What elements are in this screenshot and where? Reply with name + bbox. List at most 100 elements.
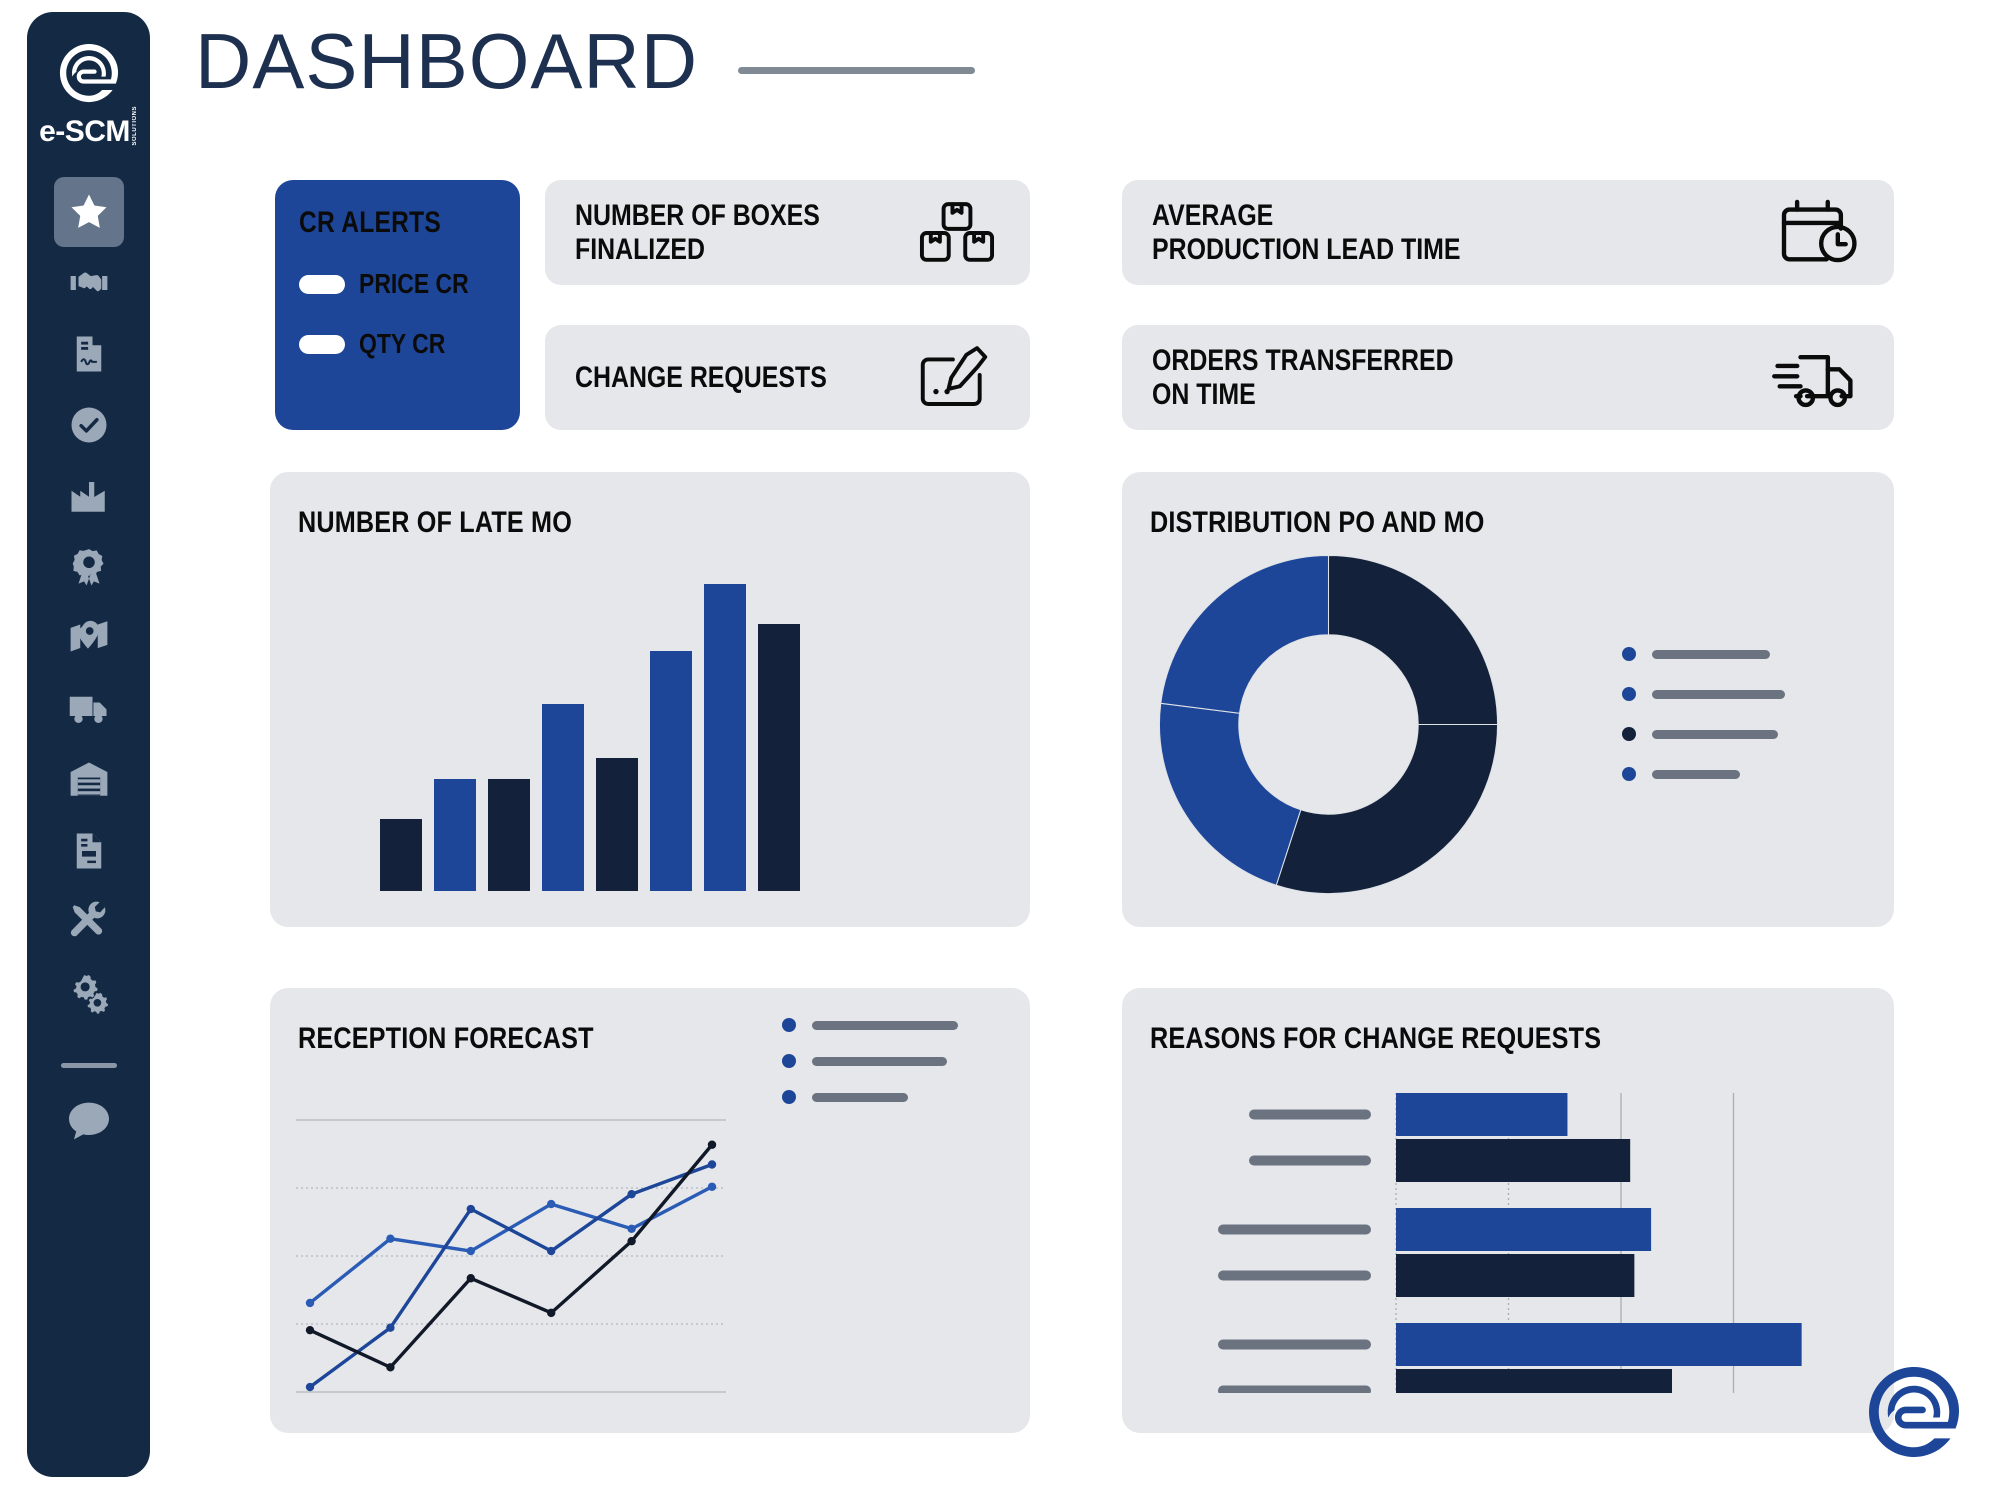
map-pin-icon: [70, 620, 107, 651]
sidebar-item-invoices[interactable]: [54, 816, 124, 886]
sidebar-divider: [60, 1062, 117, 1068]
hbar-label-placeholder: [1218, 1339, 1371, 1350]
hbar-item: [1396, 1369, 1672, 1393]
sidebar-item-tracking[interactable]: [54, 603, 124, 673]
line-point: [386, 1234, 395, 1243]
legend-label-placeholder: [1652, 769, 1740, 779]
chart-card-late-mo: NUMBER OF LATE MO: [270, 472, 1030, 927]
cr-alerts-title: CR ALERTS: [299, 206, 442, 239]
donut-chart-distribution: [1158, 554, 1499, 895]
kpi-orders-transferred-on-time[interactable]: ORDERS TRANSFERRED ON TIME: [1122, 325, 1894, 430]
cr-toggle-price[interactable]: PRICE CR: [299, 268, 496, 300]
sidebar-item-production[interactable]: [54, 461, 124, 531]
sidebar-item-transport[interactable]: [54, 674, 124, 744]
legend-item: [1622, 727, 1785, 741]
sidebar-item-quality[interactable]: [54, 532, 124, 602]
handshake-icon: [70, 272, 107, 291]
truck-icon: [69, 696, 106, 723]
legend-item: [782, 1090, 958, 1104]
cr-toggle-qty[interactable]: QTY CR: [299, 328, 496, 360]
check-circle-icon: [71, 407, 106, 443]
sidebar-item-validation[interactable]: [54, 390, 124, 460]
hbar-item: [1396, 1323, 1802, 1366]
legend-dot-icon: [782, 1054, 796, 1068]
boxes-icon: [914, 200, 1000, 266]
line-series: [308, 1185, 713, 1305]
dashboard-page: e-SCM SOLUTIONS DASHBOARD CR ALERTS PRIC…: [0, 0, 2000, 1488]
cr-toggle-price-label: PRICE CR: [359, 268, 469, 299]
bar-item: [488, 779, 530, 891]
sidebar-nav: [53, 176, 124, 1029]
sidebar-item-partners[interactable]: [54, 248, 124, 318]
line-point: [707, 1140, 717, 1149]
page-header: DASHBOARD: [195, 17, 976, 105]
donut-segment: [1327, 554, 1499, 726]
bar-item: [650, 651, 692, 891]
star-icon: [71, 194, 106, 228]
hbar-label-placeholder: [1218, 1270, 1371, 1281]
line-point: [707, 1160, 717, 1169]
reception-forecast-legend: [782, 1018, 958, 1104]
line-point: [305, 1325, 315, 1335]
line-point: [627, 1224, 636, 1233]
line-chart-reception-forecast: [296, 1119, 726, 1393]
donut-segment: [1160, 554, 1330, 714]
cr-alerts-card[interactable]: CR ALERTS PRICE CR QTY CR: [275, 180, 520, 430]
hbar-item: [1396, 1139, 1631, 1182]
legend-item: [1622, 647, 1785, 661]
toggle-pill-icon: [299, 274, 345, 294]
chart-title-reception-forecast: RECEPTION FORECAST: [298, 1022, 594, 1055]
toggle-pill-icon: [299, 334, 345, 354]
hbar-label-placeholder: [1218, 1224, 1371, 1235]
legend-label-placeholder: [812, 1020, 958, 1030]
legend-dot-icon: [782, 1018, 796, 1032]
chart-card-distribution: DISTRIBUTION PO AND MO: [1122, 472, 1894, 927]
sidebar-item-tools[interactable]: [54, 887, 124, 957]
document-signature-icon: [76, 336, 101, 372]
hbar-item: [1396, 1093, 1568, 1136]
line-point: [466, 1204, 475, 1214]
line-series: [308, 1162, 713, 1389]
legend-label-placeholder: [1652, 649, 1770, 659]
legend-item: [1622, 687, 1785, 701]
kpi-change-requests[interactable]: CHANGE REQUESTS: [545, 325, 1030, 430]
hbar-item: [1396, 1208, 1652, 1251]
sidebar-item-messages[interactable]: [54, 1086, 124, 1156]
legend-label-placeholder: [812, 1056, 947, 1066]
sidebar-item-warehouse[interactable]: [54, 745, 124, 815]
header-rule: [738, 66, 976, 74]
donut-legend: [1622, 647, 1785, 781]
legend-item: [782, 1054, 958, 1068]
brand-name: e-SCM: [39, 114, 130, 148]
brand-logo[interactable]: e-SCM SOLUTIONS: [39, 42, 138, 149]
warehouse-icon: [70, 762, 107, 796]
sidebar-item-favorites[interactable]: [53, 176, 124, 247]
line-point: [707, 1182, 717, 1191]
line-point: [627, 1189, 636, 1199]
line-point: [305, 1382, 315, 1392]
bar-item: [434, 779, 476, 891]
kpi-boxes-finalized[interactable]: NUMBER OF BOXES FINALIZED: [545, 180, 1030, 285]
brand-subtitle: SOLUTIONS: [131, 106, 138, 146]
chart-title-distribution: DISTRIBUTION PO AND MO: [1150, 506, 1485, 539]
bar-item: [704, 584, 746, 891]
kpi-change-requests-title: CHANGE REQUESTS: [575, 360, 827, 394]
chat-bubble-icon: [68, 1102, 109, 1139]
award-ribbon-icon: [72, 548, 104, 586]
bar-item: [380, 819, 422, 891]
line-point: [305, 1298, 315, 1308]
legend-dot-icon: [1622, 727, 1636, 741]
bar-item: [596, 757, 638, 891]
legend-label-placeholder: [1652, 689, 1785, 699]
legend-dot-icon: [1622, 687, 1636, 701]
kpi-production-lead-time[interactable]: AVERAGE PRODUCTION LEAD TIME: [1122, 180, 1894, 285]
hbar-label-placeholder: [1249, 1109, 1371, 1120]
sidebar-item-settings[interactable]: [54, 958, 124, 1028]
sidebar-item-contracts[interactable]: [54, 319, 124, 389]
factory-icon: [71, 481, 105, 512]
line-point: [547, 1199, 556, 1209]
legend-dot-icon: [782, 1090, 796, 1104]
bar-chart-late-mo: [380, 571, 800, 891]
bar-item: [758, 624, 800, 891]
page-title: DASHBOARD: [195, 17, 699, 105]
